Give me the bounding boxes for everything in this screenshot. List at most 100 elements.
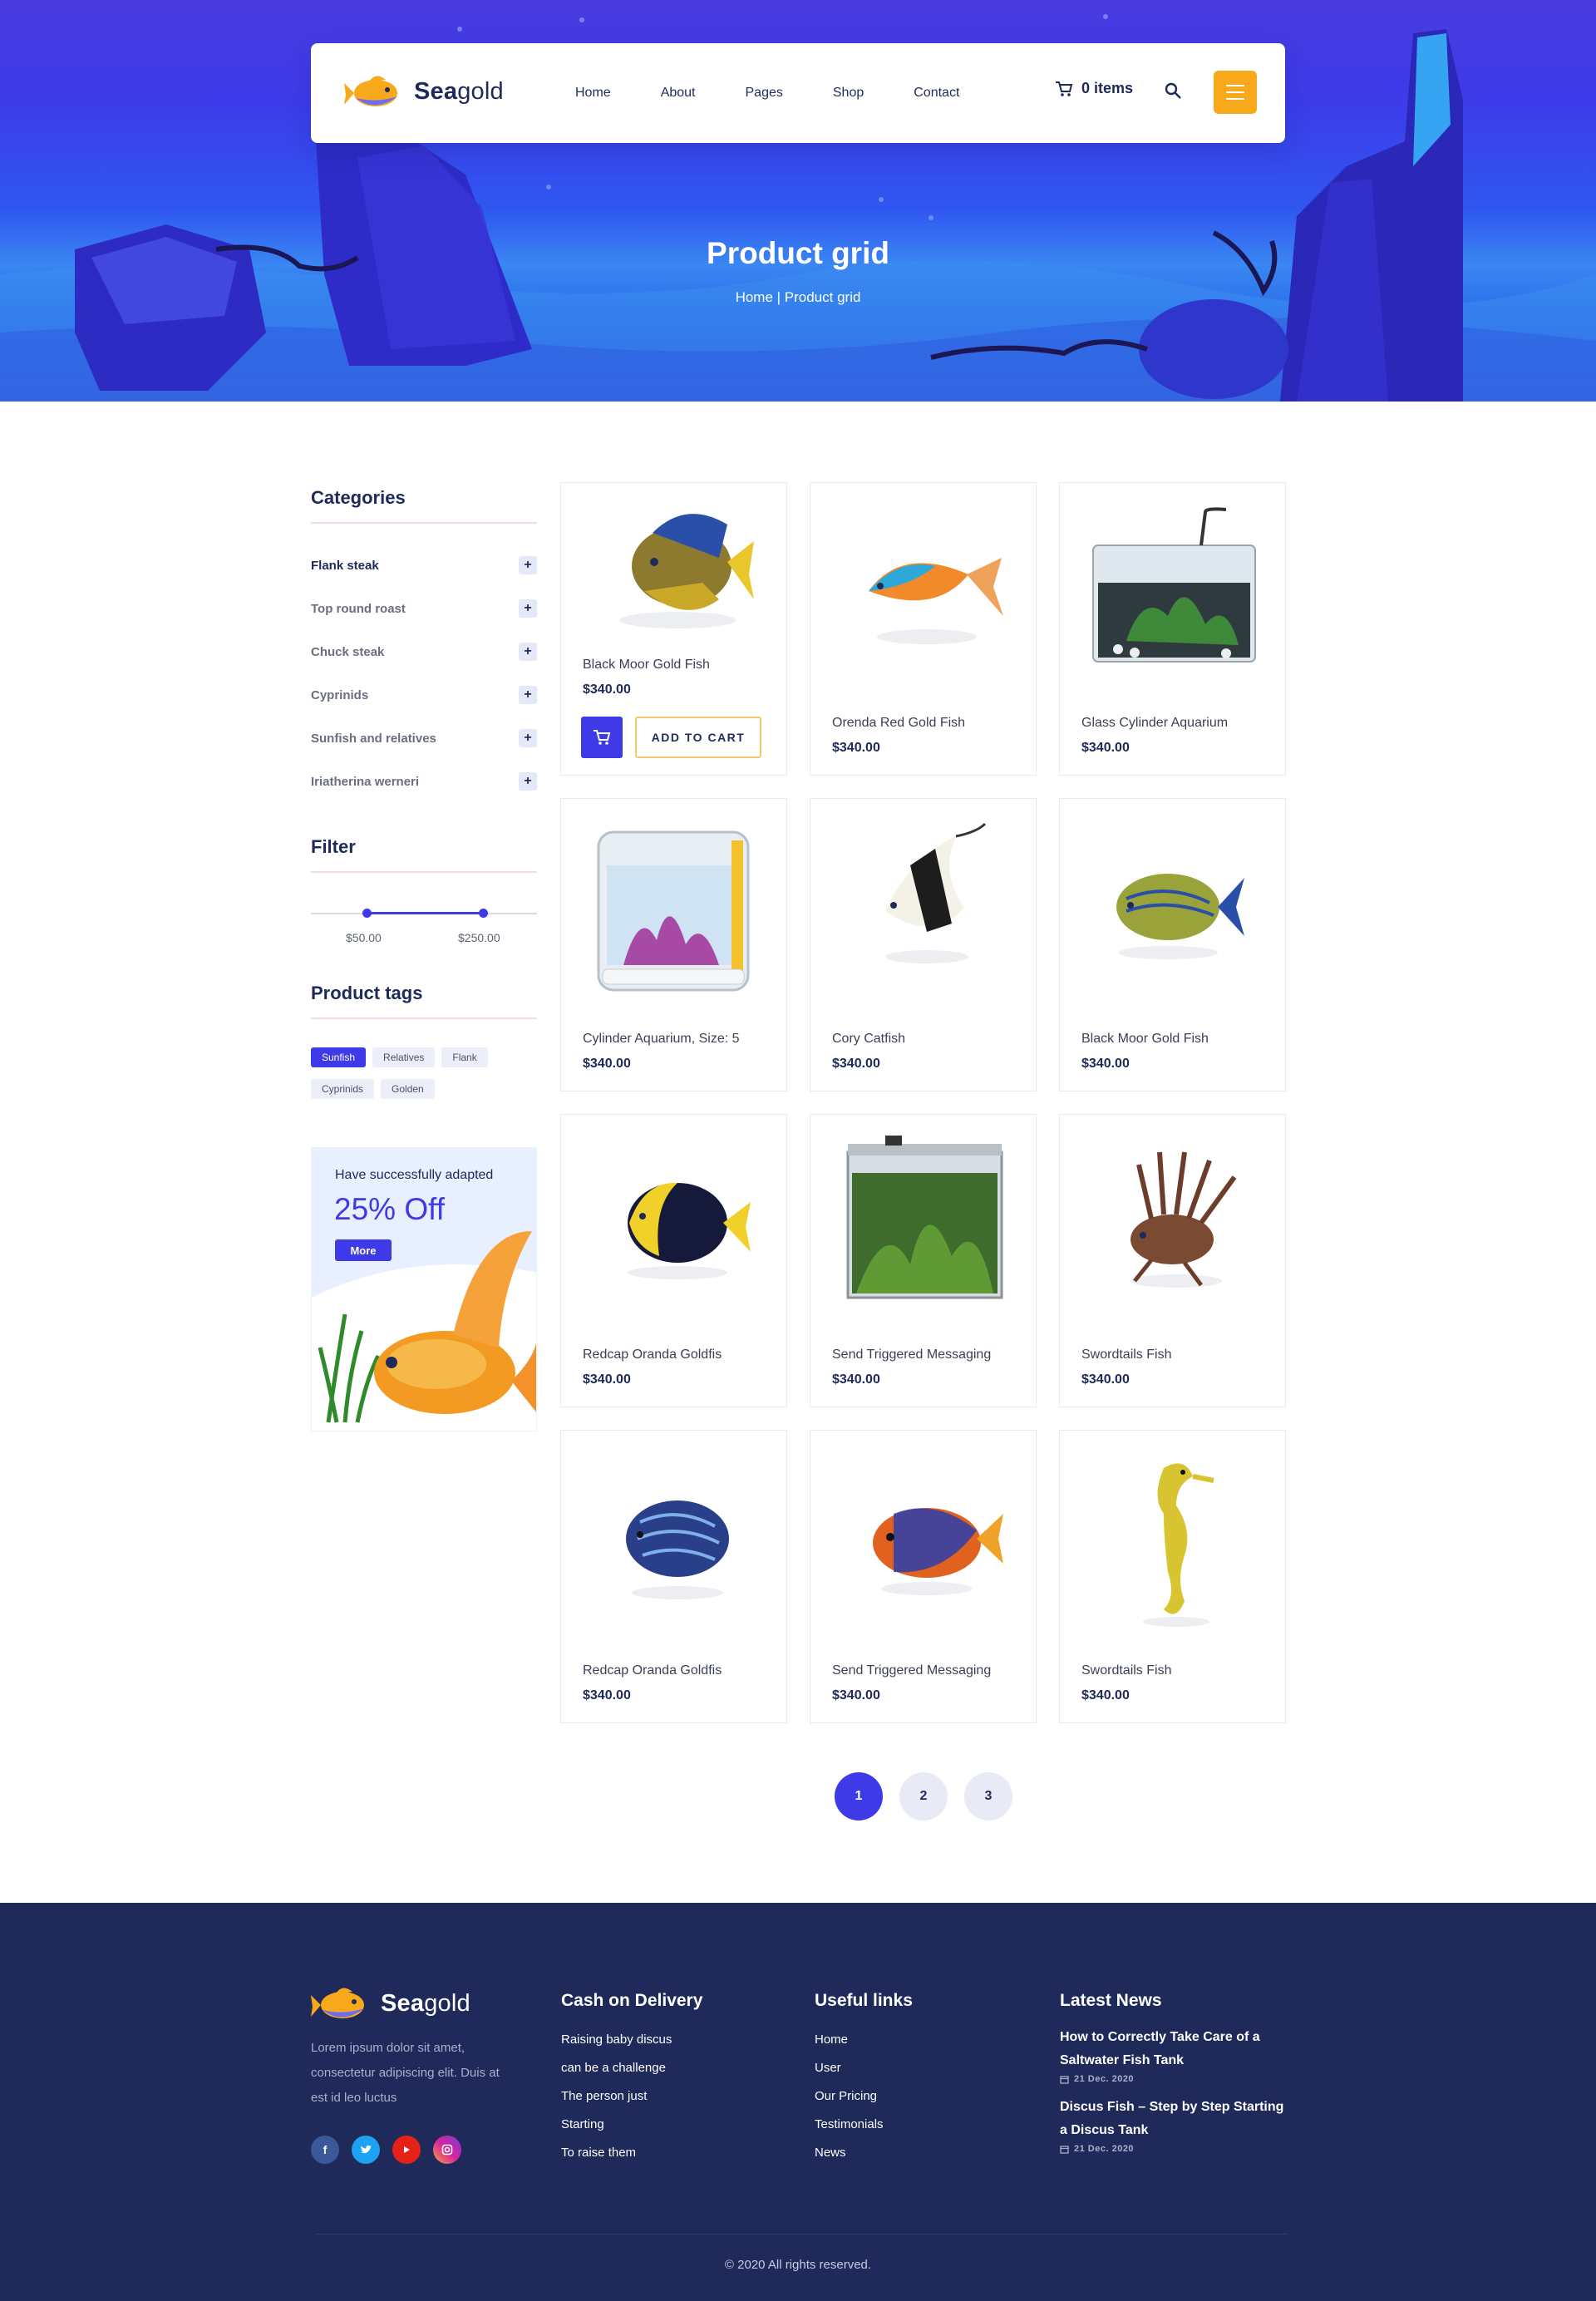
- category-item[interactable]: Top round roast +: [311, 587, 537, 630]
- tag-golden[interactable]: Golden: [381, 1079, 435, 1099]
- youtube-icon[interactable]: [392, 2136, 421, 2164]
- slider-max-handle[interactable]: [479, 909, 488, 918]
- footer-col1-item[interactable]: Raising baby discus: [561, 2026, 672, 2054]
- product-name[interactable]: Black Moor Gold Fish: [1081, 1032, 1209, 1047]
- news-date: 21 Dec. 2020: [1060, 2074, 1288, 2084]
- footer-col1-item[interactable]: Starting: [561, 2111, 672, 2139]
- product-name[interactable]: Redcap Oranda Goldfis: [583, 1348, 722, 1362]
- footer-link-pricing[interactable]: Our Pricing: [815, 2082, 884, 2111]
- product-name[interactable]: Send Triggered Messaging: [832, 1348, 991, 1362]
- promo-headline: 25% Off: [334, 1192, 446, 1226]
- add-to-cart-button[interactable]: ADD TO CART: [635, 717, 761, 758]
- sidebar: Categories Flank steak + Top round roast +…: [311, 482, 537, 1431]
- page-button-2[interactable]: 2: [899, 1772, 948, 1821]
- site-logo[interactable]: Seagold: [344, 67, 504, 116]
- plus-icon[interactable]: +: [519, 772, 537, 791]
- menu-button[interactable]: [1214, 71, 1257, 114]
- instagram-icon[interactable]: [433, 2136, 461, 2164]
- plus-icon[interactable]: +: [519, 599, 537, 618]
- product-name[interactable]: Orenda Red Gold Fish: [832, 716, 965, 731]
- category-list: Flank steak + Top round roast + Chuck stea…: [311, 544, 537, 803]
- product-name[interactable]: Swordtails Fish: [1081, 1348, 1171, 1362]
- category-item[interactable]: Sunfish and relatives +: [311, 717, 537, 760]
- product-card[interactable]: Swordtails Fish $340.00: [1059, 1430, 1286, 1723]
- product-name[interactable]: Send Triggered Messaging: [832, 1663, 991, 1678]
- price-range-slider[interactable]: $50.00 $250.00: [311, 873, 537, 948]
- tag-sunfish[interactable]: Sunfish: [311, 1047, 367, 1067]
- footer-col1-item[interactable]: To raise them: [561, 2139, 672, 2167]
- nav-contact[interactable]: Contact: [914, 86, 959, 101]
- nav-shop[interactable]: Shop: [833, 86, 864, 101]
- news-title[interactable]: How to Correctly Take Care of a Saltwate…: [1060, 2026, 1288, 2072]
- product-card[interactable]: Black Moor Gold Fish $340.00: [1059, 798, 1286, 1091]
- slider-min-handle[interactable]: [362, 909, 372, 918]
- plus-icon[interactable]: +: [519, 729, 537, 747]
- news-date: 21 Dec. 2020: [1060, 2144, 1288, 2154]
- main-nav: Home About Pages Shop Contact: [575, 43, 1009, 143]
- price-min-label: $50.00: [346, 931, 382, 944]
- tag-flank[interactable]: Flank: [441, 1047, 488, 1067]
- add-to-cart-icon-button[interactable]: [581, 717, 623, 758]
- product-card[interactable]: Orenda Red Gold Fish $340.00: [810, 482, 1037, 776]
- facebook-icon[interactable]: f: [311, 2136, 339, 2164]
- category-item[interactable]: Cyprinids +: [311, 673, 537, 717]
- product-name[interactable]: Cylinder Aquarium, Size: 5: [583, 1032, 740, 1047]
- twitter-icon[interactable]: [352, 2136, 380, 2164]
- product-name[interactable]: Cory Catfish: [832, 1032, 905, 1047]
- footer-link-news[interactable]: News: [815, 2139, 884, 2167]
- moorish-idol-product-image: [885, 822, 987, 963]
- product-card[interactable]: Black Moor Gold Fish $340.00 ADD TO CART: [560, 482, 787, 776]
- category-item[interactable]: Flank steak +: [311, 544, 537, 587]
- yellow-black-angelfish-product-image: [628, 1182, 751, 1279]
- tag-cyprinids[interactable]: Cyprinids: [311, 1079, 375, 1099]
- footer-logo[interactable]: Seagold: [311, 1978, 470, 2028]
- footer-link-testimonials[interactable]: Testimonials: [815, 2111, 884, 2139]
- product-price: $340.00: [583, 1688, 631, 1702]
- breadcrumb[interactable]: Home | Product grid: [0, 289, 1596, 306]
- twitter-bird-glyph: [361, 2145, 372, 2154]
- footer-col1-item[interactable]: can be a challenge: [561, 2054, 672, 2082]
- product-name[interactable]: Redcap Oranda Goldfis: [583, 1663, 722, 1678]
- search-button[interactable]: [1164, 81, 1184, 106]
- hamburger-icon-line: [1226, 91, 1244, 93]
- footer-link-home[interactable]: Home: [815, 2026, 884, 2054]
- product-card[interactable]: Swordtails Fish $340.00: [1059, 1114, 1286, 1407]
- flame-angelfish-product-image: [873, 1508, 1003, 1595]
- plus-icon[interactable]: +: [519, 643, 537, 661]
- page-button-3[interactable]: 3: [964, 1772, 1012, 1821]
- nav-pages[interactable]: Pages: [746, 86, 783, 101]
- product-card[interactable]: Redcap Oranda Goldfis $340.00: [560, 1114, 787, 1407]
- product-name[interactable]: Black Moor Gold Fish: [583, 658, 710, 673]
- product-card[interactable]: Cylinder Aquarium, Size: 5 $340.00: [560, 798, 787, 1091]
- promo-more-button[interactable]: More: [335, 1239, 392, 1261]
- product-card[interactable]: Send Triggered Messaging $340.00: [810, 1114, 1037, 1407]
- news-title[interactable]: Discus Fish – Step by Step Starting a Di…: [1060, 2096, 1288, 2142]
- product-price: $340.00: [1081, 1057, 1130, 1071]
- product-card[interactable]: Cory Catfish $340.00: [810, 798, 1037, 1091]
- plus-icon[interactable]: +: [519, 556, 537, 574]
- product-card[interactable]: Send Triggered Messaging $340.00: [810, 1430, 1037, 1723]
- promo-banner: Have successfully adapted 25% Off More: [311, 1147, 537, 1431]
- product-price: $340.00: [1081, 741, 1130, 755]
- cart-link[interactable]: 0 items: [1055, 80, 1133, 97]
- category-item[interactable]: Chuck steak +: [311, 630, 537, 673]
- price-max-label: $250.00: [458, 931, 500, 944]
- nav-about[interactable]: About: [661, 86, 696, 101]
- footer-col2-heading: Useful links: [815, 1991, 913, 2010]
- plus-icon[interactable]: +: [519, 686, 537, 704]
- product-card[interactable]: Redcap Oranda Goldfis $340.00: [560, 1430, 787, 1723]
- product-name[interactable]: Glass Cylinder Aquarium: [1081, 716, 1228, 731]
- site-footer: Seagold Lorem ipsum dolor sit amet, cons…: [0, 1903, 1596, 2301]
- product-card[interactable]: Glass Cylinder Aquarium $340.00: [1059, 482, 1286, 776]
- goldfish-promo-image: [312, 1231, 536, 1431]
- page-button-1[interactable]: 1: [835, 1772, 883, 1821]
- nav-home[interactable]: Home: [575, 86, 611, 101]
- category-item[interactable]: Iriatherina werneri +: [311, 760, 537, 803]
- categories-heading: Categories: [311, 482, 537, 524]
- youtube-play-glyph: [404, 2146, 410, 2153]
- tag-relatives[interactable]: Relatives: [372, 1047, 436, 1067]
- footer-link-user[interactable]: User: [815, 2054, 884, 2082]
- social-links: f: [311, 2136, 474, 2164]
- product-name[interactable]: Swordtails Fish: [1081, 1663, 1171, 1678]
- footer-col1-item[interactable]: The person just: [561, 2082, 672, 2111]
